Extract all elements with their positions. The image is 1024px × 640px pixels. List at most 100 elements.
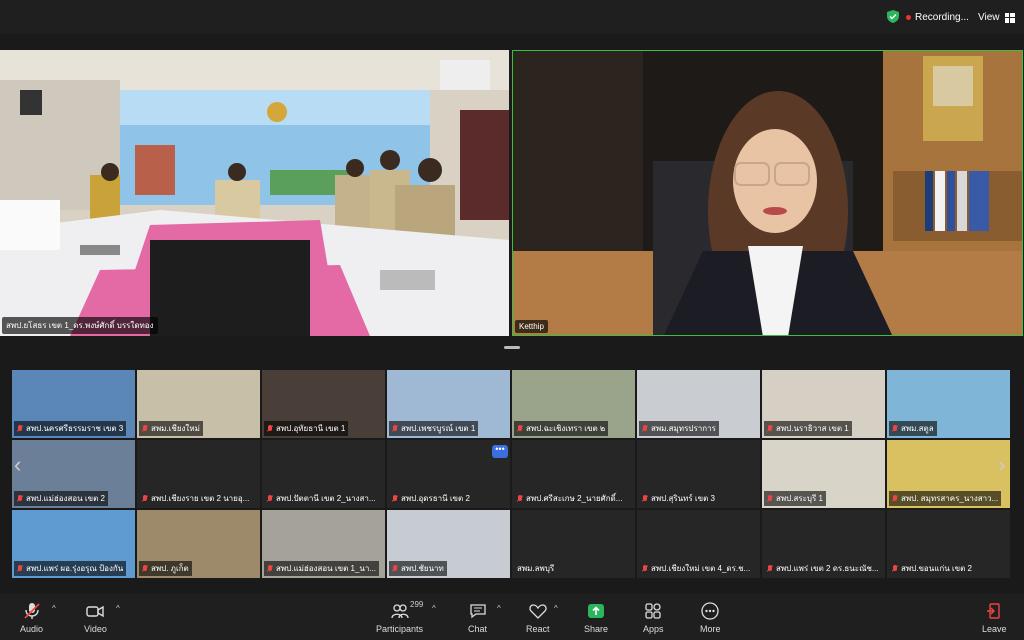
share-screen-icon [588, 604, 605, 618]
chat-options-caret-icon[interactable]: ^ [497, 604, 501, 613]
participant-tile[interactable]: สพป.เชียงใหม่ เขต 4_ดร.ช... [637, 510, 760, 578]
mic-muted-icon [642, 424, 648, 433]
participant-name: สพป.ปัตตานี เขต 2_นางสา... [276, 494, 376, 503]
video-button[interactable]: Video [84, 602, 107, 634]
participant-tile[interactable]: สพป.นราธิวาส เขต 1 [762, 370, 885, 438]
participant-name: สพป.อุทัยธานี เขต 1 [276, 424, 346, 433]
participant-tile[interactable]: สพป.ศรีสะเกษ 2_นายศักดิ์... [512, 440, 635, 508]
participant-tile[interactable]: สพป.แพร่ ผอ.รุ่งอรุณ ป้องกัน [12, 510, 135, 578]
speaker-name-label: Ketthip [515, 320, 548, 333]
participant-tile[interactable]: สพป.อุทัยธานี เขต 1 [262, 370, 385, 438]
view-button[interactable]: View [978, 12, 1015, 23]
participant-name: สพป.ศรีสะเกษ 2_นายศักดิ์... [526, 494, 623, 503]
participant-tile[interactable]: สพป.แม่ฮ่องสอน เขต 1_นา... [262, 510, 385, 578]
resize-handle[interactable] [504, 346, 520, 349]
mic-muted-icon [267, 564, 273, 573]
mic-muted-icon [142, 494, 148, 503]
participant-tile[interactable]: สพป.สระบุรี 1 [762, 440, 885, 508]
participant-tile[interactable]: สพม.ลพบุรี [512, 510, 635, 578]
gallery-next-arrow-icon[interactable]: › [998, 452, 1005, 478]
participants-options-caret-icon[interactable]: ^ [432, 604, 436, 613]
chat-button[interactable]: Chat [468, 602, 487, 634]
participant-name: สพม.สตูล [901, 424, 934, 433]
participant-name: สพป.สุรินทร์ เขต 3 [651, 494, 715, 503]
participant-tile[interactable]: สพป. สมุทรสาคร_นางสาว... [887, 440, 1010, 508]
participant-tile[interactable]: สพป.ปัตตานี เขต 2_นางสา... [262, 440, 385, 508]
participant-tile[interactable]: สพป. ภูเก็ต [137, 510, 260, 578]
participant-name: สพม.เชียงใหม่ [151, 424, 200, 433]
participant-name: สพป.ขอนแก่น เขต 2 [901, 564, 972, 573]
react-button[interactable]: React [526, 602, 550, 634]
participant-tile[interactable]: สพป.ขอนแก่น เขต 2 [887, 510, 1010, 578]
participant-tile[interactable]: สพป.ชัยนาท [387, 510, 510, 578]
participant-name: สพป.แพร่ ผอ.รุ่งอรุณ ป้องกัน [26, 564, 124, 573]
mic-muted-icon [892, 424, 898, 433]
react-label: React [526, 624, 550, 634]
speaker-scene [513, 51, 1022, 335]
meeting-toolbar: Audio ^ Video ^ Participants 299 ^ Chat … [0, 594, 1024, 640]
leave-label: Leave [982, 624, 1007, 634]
gallery-grid: สพป.นครศรีธรรมราช เขต 3 สพม.เชียงใหม่ สพ… [12, 370, 1012, 580]
mic-muted-icon [392, 494, 398, 503]
participant-name: สพป.เพชรบูรณ์ เขต 1 [401, 424, 476, 433]
mic-muted-icon [142, 424, 148, 433]
mic-muted-icon [17, 564, 23, 573]
view-label: View [978, 12, 1000, 23]
mic-muted-icon [642, 564, 648, 573]
mic-muted-icon [142, 564, 148, 573]
speaker-video-meeting-room[interactable]: สพป.ยโสธร เขต 1_ดร.พงษ์ศักดิ์ บรรใดทอง [0, 50, 509, 336]
share-button[interactable]: Share [584, 602, 608, 634]
audio-options-caret-icon[interactable]: ^ [52, 604, 56, 613]
participant-name: สพป.ฉะเชิงเทรา เขต ๒ [526, 424, 606, 433]
recording-dot-icon [906, 15, 911, 20]
meeting-room-scene [0, 50, 509, 336]
participant-tile[interactable]: สพป.สุรินทร์ เขต 3 [637, 440, 760, 508]
participant-name: สพป. ภูเก็ต [151, 564, 189, 573]
participant-tile[interactable]: สพป.แม่ฮ่องสอน เขต 2 [12, 440, 135, 508]
more-button[interactable]: More [700, 602, 721, 634]
mic-muted-icon [892, 494, 898, 503]
video-options-caret-icon[interactable]: ^ [116, 604, 120, 613]
participant-tile[interactable]: สพป.แพร่ เขต 2 ดร.ธนะณัช... [762, 510, 885, 578]
mic-muted-icon [767, 494, 773, 503]
mic-muted-icon [517, 494, 523, 503]
participant-tile[interactable]: สพป.เชียงราย เขต 2 นายอุ... [137, 440, 260, 508]
participant-name: สพป.เชียงใหม่ เขต 4_ดร.ช... [651, 564, 751, 573]
participant-name: สพป.นครศรีธรรมราช เขต 3 [26, 424, 124, 433]
tile-more-options-button[interactable]: ••• [492, 445, 508, 458]
participant-tile[interactable]: สพม.เชียงใหม่ [137, 370, 260, 438]
mic-muted-icon [392, 564, 398, 573]
speaker-name-label: สพป.ยโสธร เขต 1_ดร.พงษ์ศักดิ์ บรรใดทอง [2, 317, 158, 334]
participants-count: 299 [410, 600, 424, 609]
mic-muted-icon [892, 564, 898, 573]
apps-icon [645, 603, 661, 619]
audio-button[interactable]: Audio [20, 602, 43, 634]
mic-muted-icon [17, 494, 23, 503]
participant-tile[interactable]: สพม.สตูล [887, 370, 1010, 438]
mic-muted-icon [267, 424, 273, 433]
mic-muted-icon [642, 494, 648, 503]
participant-name: สพป.แม่ฮ่องสอน เขต 2 [26, 494, 105, 503]
participant-name: สพป.อุดรธานี เขต 2 [401, 494, 470, 503]
participant-name: สพป.แพร่ เขต 2 ดร.ธนะณัช... [776, 564, 879, 573]
more-label: More [700, 624, 721, 634]
participant-name: สพป.สระบุรี 1 [776, 494, 823, 503]
shield-check-icon [887, 10, 899, 23]
apps-label: Apps [643, 624, 664, 634]
participant-name: สพป.เชียงราย เขต 2 นายอุ... [151, 494, 250, 503]
participant-name: สพป.นราธิวาส เขต 1 [776, 424, 849, 433]
participant-name: สพป.ชัยนาท [401, 564, 444, 573]
recording-indicator[interactable]: Recording... [906, 12, 969, 23]
react-options-caret-icon[interactable]: ^ [554, 604, 558, 613]
participant-tile[interactable]: สพป.เพชรบูรณ์ เขต 1 [387, 370, 510, 438]
participant-tile[interactable]: สพป.ฉะเชิงเทรา เขต ๒ [512, 370, 635, 438]
participant-tile[interactable]: สพป.นครศรีธรรมราช เขต 3 [12, 370, 135, 438]
apps-button[interactable]: Apps [643, 602, 664, 634]
participant-tile[interactable]: สพม.สมุทรปราการ [637, 370, 760, 438]
leave-button[interactable]: Leave [982, 602, 1007, 634]
video-label: Video [84, 624, 107, 634]
gallery-prev-arrow-icon[interactable]: ‹ [14, 452, 21, 478]
speaker-video-active[interactable]: Ketthip [512, 50, 1023, 336]
mic-muted-icon [767, 564, 773, 573]
chat-icon [469, 604, 486, 619]
